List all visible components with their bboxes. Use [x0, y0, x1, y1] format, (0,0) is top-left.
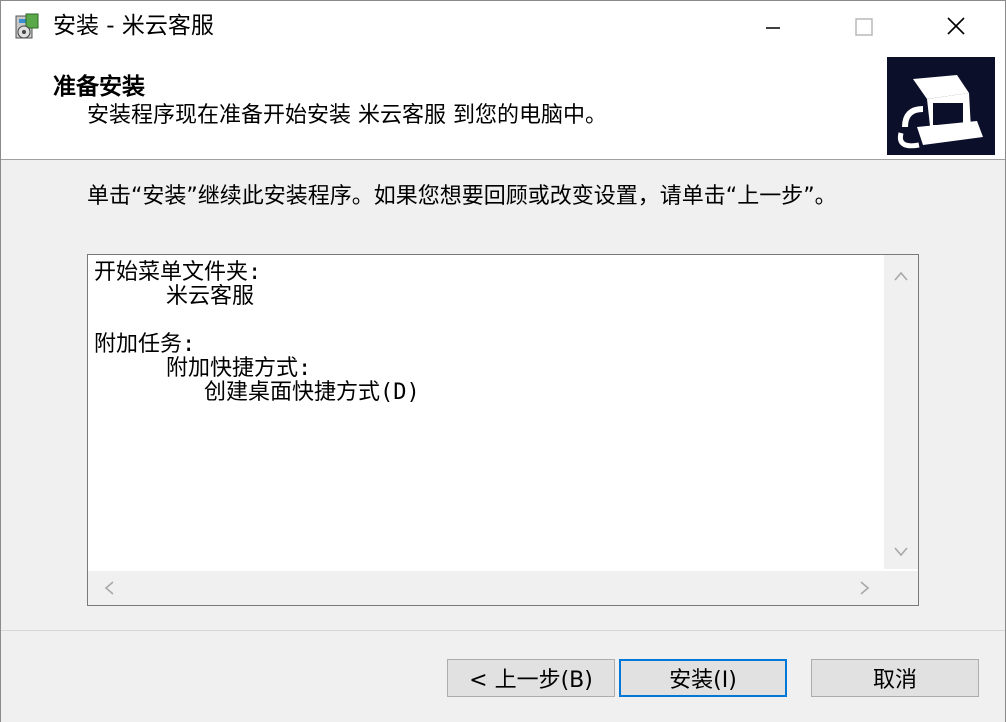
title-bar: 安装 - 米云客服 — [1, 1, 1005, 51]
memo-line: 创建桌面快捷方式(D) — [204, 380, 420, 405]
minimize-icon — [766, 27, 780, 29]
ready-memo[interactable]: 开始菜单文件夹: 米云客服 附加任务: 附加快捷方式: 创建桌面快捷方式(D) — [87, 254, 919, 606]
minimize-button[interactable] — [727, 1, 819, 51]
close-icon — [947, 17, 965, 35]
memo-line: 米云客服 — [166, 284, 255, 309]
chevron-left-icon[interactable] — [92, 571, 126, 605]
memo-line: 附加任务: — [94, 332, 196, 357]
computer-setup-icon — [887, 57, 995, 155]
maximize-button[interactable] — [819, 1, 911, 51]
close-button[interactable] — [911, 1, 1003, 51]
chevron-down-icon[interactable] — [884, 535, 918, 569]
memo-line — [94, 309, 878, 333]
wizard-body: 单击“安装”继续此安装程序。如果您想要回顾或改变设置，请单击“上一步”。 开始菜… — [1, 160, 1005, 630]
back-button[interactable]: < 上一步(B) — [447, 659, 615, 697]
memo-content: 开始菜单文件夹: 米云客服 附加任务: 附加快捷方式: 创建桌面快捷方式(D) — [94, 261, 878, 405]
cancel-button[interactable]: 取消 — [811, 659, 979, 697]
horizontal-scrollbar[interactable] — [88, 571, 918, 605]
instruction-text: 单击“安装”继续此安装程序。如果您想要回顾或改变设置，请单击“上一步”。 — [87, 184, 837, 209]
window-title: 安装 - 米云客服 — [53, 13, 214, 39]
installer-window: 安装 - 米云客服 准备安装 安装程序现在准备开始安装 米云客服 到您的电脑中。 — [0, 0, 1006, 722]
install-button[interactable]: 安装(I) — [619, 659, 787, 697]
installer-icon — [13, 12, 43, 42]
memo-line: 开始菜单文件夹: — [94, 260, 262, 285]
wizard-footer: < 上一步(B) 安装(I) 取消 — [1, 630, 1005, 722]
maximize-icon — [855, 18, 873, 36]
chevron-right-icon[interactable] — [848, 571, 882, 605]
page-subtitle: 安装程序现在准备开始安装 米云客服 到您的电脑中。 — [87, 103, 607, 128]
vertical-scrollbar[interactable] — [884, 255, 918, 569]
wizard-header: 准备安装 安装程序现在准备开始安装 米云客服 到您的电脑中。 — [1, 51, 1005, 160]
page-title: 准备安装 — [53, 74, 145, 100]
memo-line: 附加快捷方式: — [166, 356, 312, 381]
chevron-up-icon[interactable] — [884, 259, 918, 293]
